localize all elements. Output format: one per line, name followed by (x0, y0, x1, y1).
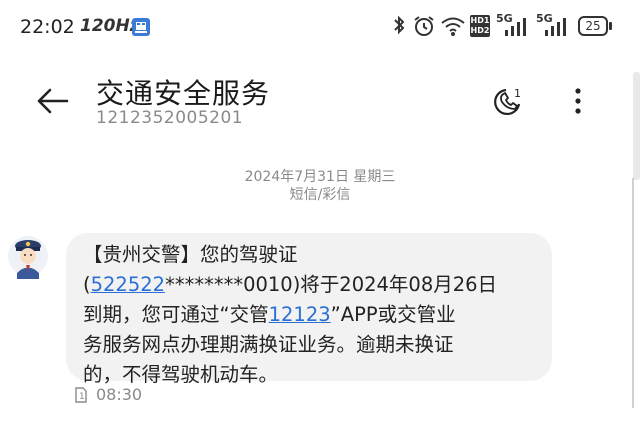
police-avatar (8, 236, 48, 279)
back-arrow-icon[interactable] (36, 88, 70, 114)
sim-card-icon: 1 (75, 387, 87, 403)
license-id-link[interactable]: 522522 (91, 273, 165, 296)
message-text: 到期，您可通过“交管 (83, 303, 269, 326)
battery-icon: 25 (578, 16, 608, 36)
message-body: 【贵州交警】您的驾驶证 (522522********0010)将于2024年0… (83, 240, 553, 390)
call-icon[interactable]: 1 (492, 84, 526, 118)
scrollbar-thumb[interactable] (633, 72, 640, 180)
thread-date: 2024年7月31日 星期三 (244, 169, 396, 185)
message-line: 【贵州交警】您的驾驶证 (83, 243, 298, 266)
hd-indicator: HD1 HD2 (470, 15, 490, 37)
battery-level: 25 (585, 19, 601, 33)
message-line: 到期，您可通过“交管12123”APP或交管业 (83, 300, 553, 330)
message-paren: ( (83, 273, 91, 296)
scrollbar-track[interactable] (632, 178, 634, 408)
message-text: ”APP或交管业 (330, 303, 456, 326)
contact-title: 交通安全服务 (96, 77, 271, 110)
status-time: 22:02 (20, 16, 75, 38)
app-notification-icon (132, 18, 150, 36)
message-time: 08:30 (96, 385, 143, 404)
svg-text:1: 1 (514, 87, 521, 100)
status-bar: 22:02 120Hz HD1 HD2 5G 5G 25 (0, 0, 640, 54)
message-line: 的，不得驾驶机动车。 (83, 363, 279, 386)
message-text: ********0010)将于2024年08月26日 (165, 273, 498, 296)
signal-icon-2 (545, 18, 566, 36)
message-line: 务服务网点办理期满换证业务。逾期未换证 (83, 333, 454, 356)
more-vert-icon[interactable] (568, 86, 588, 116)
sim-number: 1 (79, 392, 85, 402)
alarm-icon (414, 16, 434, 36)
message-line: (522522********0010)将于2024年08月26日 (83, 270, 553, 300)
battery-tip (609, 22, 612, 30)
app-number-link[interactable]: 12123 (269, 303, 331, 326)
message-type-label: 短信/彩信 (289, 187, 351, 203)
contact-number: 1212352005201 (96, 108, 244, 128)
signal-icon-1 (505, 18, 526, 36)
bluetooth-icon (394, 15, 405, 35)
wifi-icon (441, 17, 465, 36)
